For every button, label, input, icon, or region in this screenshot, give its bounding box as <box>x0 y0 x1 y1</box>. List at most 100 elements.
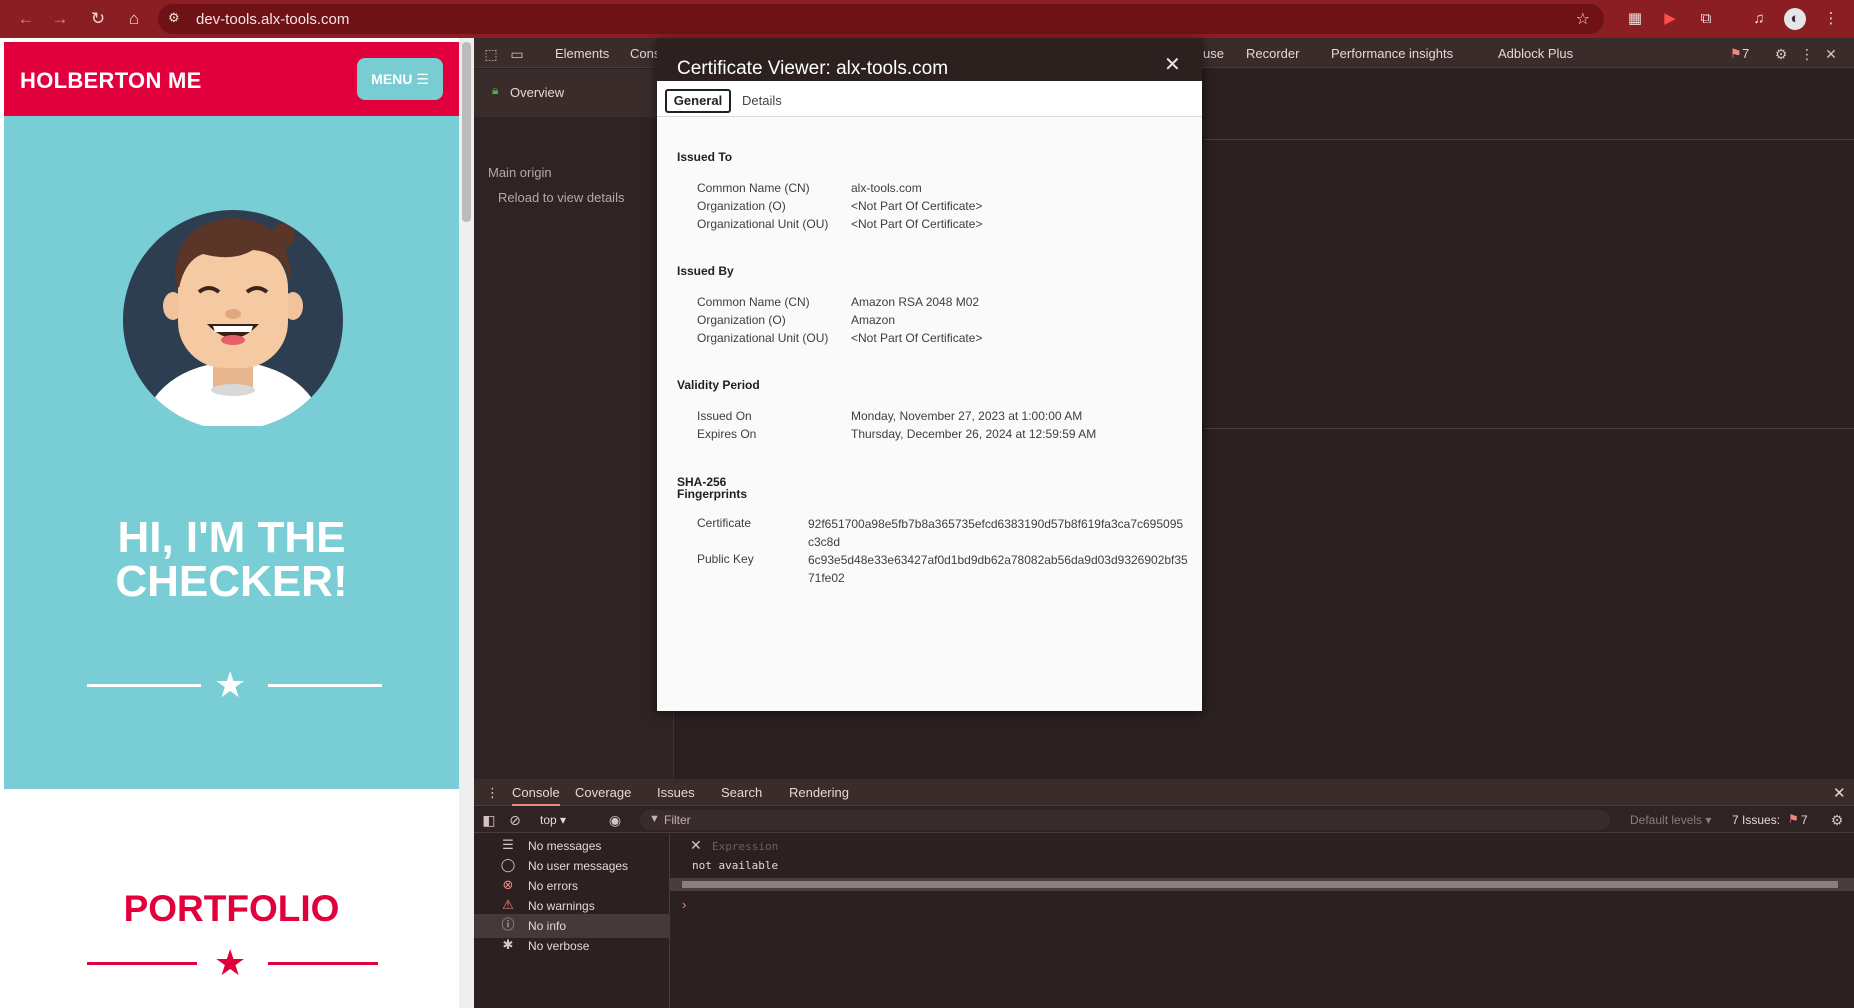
overview-label: Overview <box>510 85 565 100</box>
qr-extension-icon[interactable]: ▦ <box>1624 8 1646 30</box>
log-levels-value: Default levels <box>1630 813 1703 827</box>
sidebar-toggle-icon[interactable]: ◧ <box>480 811 498 829</box>
drawer-menu-icon[interactable]: ⋮ <box>486 785 499 801</box>
issues-flag-icon[interactable]: ⚑ <box>1730 46 1742 62</box>
tab-recorder[interactable]: Recorder <box>1246 46 1299 61</box>
clear-console-icon[interactable]: ⊘ <box>506 811 524 829</box>
issued-by-heading: Issued By <box>677 264 734 278</box>
certificate-dialog-title: Certificate Viewer: alx-tools.com <box>677 58 949 79</box>
bug-icon: ✱ <box>502 937 514 952</box>
expires-on-label: Expires On <box>697 427 757 441</box>
page-scrollbar[interactable] <box>459 38 474 1008</box>
issues-summary-count: 7 <box>1801 813 1808 827</box>
hero-divider-left <box>87 684 201 687</box>
issues-flag-icon: ⚑ <box>1788 812 1799 826</box>
hero-divider-right <box>268 684 382 687</box>
info-icon: ⓘ <box>501 917 515 932</box>
warning-icon: ⚠ <box>502 897 514 912</box>
address-bar[interactable]: ⚙ dev-tools.alx-tools.com ☆ <box>158 4 1604 34</box>
certificate-fingerprint-value: 92f651700a98e5fb7b8a365735efcd6383190d57… <box>808 517 1184 549</box>
drawer-tab-issues[interactable]: Issues <box>657 785 695 800</box>
live-expression-eye-icon[interactable]: ◉ <box>606 811 624 829</box>
extensions-puzzle-icon[interactable]: ⧉ <box>1695 8 1717 30</box>
validity-heading: Validity Period <box>677 378 760 392</box>
certificate-dialog-header: Certificate Viewer: alx-tools.com ✕ <box>657 39 1202 81</box>
brand-logo[interactable]: HOLBERTON ME <box>20 68 202 94</box>
issued-by-cn-label: Common Name (CN) <box>697 295 810 309</box>
live-expression-result: not available <box>692 859 779 872</box>
console-horizontal-scrollbar[interactable] <box>670 878 1854 891</box>
media-controls-icon[interactable]: ♫ <box>1748 8 1770 30</box>
profile-avatar-icon[interactable]: ◐ <box>1784 8 1806 30</box>
hero-title: HI, I'M THE CHECKER! <box>4 516 459 604</box>
tab-performance-insights[interactable]: Performance insights <box>1331 46 1453 61</box>
device-toolbar-icon[interactable]: ▭ <box>508 45 526 63</box>
public-key-fingerprint-value: 6c93e5d48e33e63427af0d1bd9db62a78082ab56… <box>808 553 1188 585</box>
devtools-menu-icon[interactable]: ⋮ <box>1798 45 1816 63</box>
webpage-viewport: HOLBERTON ME MENU ☰ HI, I'M THE CHECKER!… <box>0 38 474 1008</box>
console-scrollbar-thumb[interactable] <box>682 881 1838 888</box>
drawer-tab-rendering[interactable]: Rendering <box>789 785 849 800</box>
issued-by-ou-value: <Not Part Of Certificate> <box>851 331 983 345</box>
filter-verbose[interactable]: ✱ No verbose <box>474 934 670 958</box>
console-filter-input[interactable]: ▼ Filter <box>640 810 1610 830</box>
bookmark-star-icon[interactable]: ☆ <box>1576 9 1590 29</box>
back-icon[interactable]: ← <box>16 9 36 29</box>
drawer-tab-console[interactable]: Console <box>512 785 560 806</box>
context-selector[interactable]: top ▾ <box>540 813 566 827</box>
hero-title-line2: CHECKER! <box>115 557 348 606</box>
tab-elements[interactable]: Elements <box>555 46 609 61</box>
close-icon[interactable]: ✕ <box>1164 55 1181 75</box>
inspect-element-icon[interactable]: ⬚ <box>482 45 500 63</box>
close-drawer-icon[interactable]: ✕ <box>1833 784 1846 802</box>
close-devtools-icon[interactable]: ✕ <box>1822 45 1840 63</box>
issued-by-o-value: Amazon <box>851 313 896 327</box>
live-expression-input[interactable]: Expression <box>712 840 778 853</box>
issued-by-cn-value: Amazon RSA 2048 M02 <box>851 295 980 309</box>
tab-details[interactable]: Details <box>742 93 782 108</box>
browser-toolbar: ← → ↻ ⌂ ⚙ dev-tools.alx-tools.com ☆ ▦ ▶ … <box>0 0 1854 38</box>
panel-divider <box>1204 428 1854 429</box>
issued-by-ou-label: Organizational Unit (OU) <box>697 331 829 345</box>
youtube-extension-icon[interactable]: ▶ <box>1659 8 1681 30</box>
tab-console-partial[interactable]: Cons <box>630 46 660 61</box>
url-text[interactable]: dev-tools.alx-tools.com <box>196 11 349 28</box>
filter-info-label: No info <box>528 919 567 933</box>
settings-gear-icon[interactable]: ⚙ <box>1772 45 1790 63</box>
log-levels-dropdown[interactable]: Default levels ▾ <box>1630 813 1711 827</box>
forward-icon[interactable]: → <box>50 9 70 29</box>
hero-section: HI, I'M THE CHECKER! ★ <box>4 116 459 789</box>
lock-icon: 🔒︎ <box>492 83 499 97</box>
context-value: top <box>540 813 557 827</box>
console-settings-icon[interactable]: ⚙ <box>1828 811 1846 829</box>
remove-expression-icon[interactable]: ✕ <box>690 837 702 854</box>
fingerprints-heading-line2: Fingerprints <box>677 487 748 501</box>
tab-lighthouse-partial[interactable]: use <box>1203 46 1224 61</box>
security-sidebar: 🔒︎ Overview Main origin Reload to view d… <box>474 69 674 809</box>
tab-adblock-plus[interactable]: Adblock Plus <box>1498 46 1573 61</box>
drawer-tab-search[interactable]: Search <box>721 785 762 800</box>
page-scrollbar-thumb[interactable] <box>462 42 471 222</box>
console-prompt-icon[interactable]: › <box>682 897 686 912</box>
tab-general[interactable]: General <box>665 89 731 113</box>
certificate-viewer-dialog: Certificate Viewer: alx-tools.com ✕ Gene… <box>657 39 1202 711</box>
public-key-fingerprint-label: Public Key <box>697 552 754 566</box>
issues-summary[interactable]: 7 Issues: <box>1732 813 1780 827</box>
issues-count[interactable]: 7 <box>1742 46 1749 61</box>
issued-by-o-label: Organization (O) <box>697 313 786 327</box>
filter-icon: ▼ <box>649 813 660 825</box>
browser-menu-icon[interactable]: ⋮ <box>1820 8 1842 30</box>
main-origin-heading: Main origin <box>488 165 552 180</box>
home-icon[interactable]: ⌂ <box>124 9 144 29</box>
security-overview-item[interactable]: 🔒︎ Overview <box>474 69 674 117</box>
portfolio-divider-left <box>87 962 197 965</box>
site-info-icon[interactable]: ⚙ <box>168 10 186 28</box>
menu-button[interactable]: MENU ☰ <box>357 58 443 100</box>
drawer-tab-coverage[interactable]: Coverage <box>575 785 631 800</box>
certificate-fingerprint-label: Certificate <box>697 516 752 530</box>
fingerprints-heading: SHA-256 Fingerprints <box>677 476 747 500</box>
certificate-tabs: General Details <box>657 81 1202 117</box>
reload-hint[interactable]: Reload to view details <box>498 190 624 205</box>
reload-icon[interactable]: ↻ <box>88 9 108 29</box>
user-icon: ◯ <box>500 857 516 872</box>
